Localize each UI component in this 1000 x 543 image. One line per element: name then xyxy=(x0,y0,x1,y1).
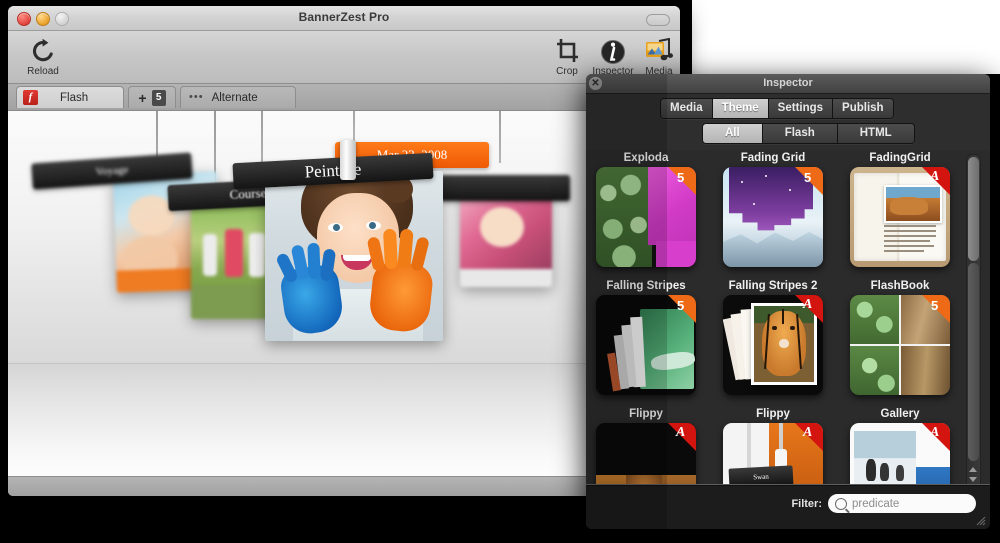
inspector-filter-tabs[interactable]: All Flash HTML xyxy=(702,123,915,144)
inspector-window: ✕ Inspector Media Theme Settings Publish… xyxy=(586,74,990,529)
main-window: BannerZest Pro Reload Crop Inspector Med… xyxy=(8,6,680,496)
inspector-titlebar: ✕ Inspector xyxy=(586,74,990,94)
reload-icon xyxy=(16,35,70,65)
clothespin-clip-icon xyxy=(340,140,356,180)
theme-label: Fading Grid xyxy=(740,152,806,164)
main-window-titlebar: BannerZest Pro xyxy=(8,6,680,31)
filter-tab-all[interactable]: All xyxy=(703,124,763,143)
theme-row: Exploda 5 Fading Grid 5 FadingGrid A xyxy=(594,150,964,278)
theme-label: Gallery xyxy=(880,408,920,420)
theme-thumbnail-fadinggrid[interactable]: A xyxy=(850,167,950,267)
main-window-statusbar xyxy=(8,476,680,496)
theme-cell[interactable]: Falling Stripes 5 xyxy=(594,278,698,395)
inspector-main-tabs[interactable]: Media Theme Settings Publish xyxy=(660,98,894,119)
theme-cell[interactable]: Falling Stripes 2 A xyxy=(721,278,825,395)
flash-badge-icon: A xyxy=(795,423,823,451)
banner-hero-photo xyxy=(265,171,443,341)
flash-badge-icon: A xyxy=(795,295,823,323)
html5-badge-icon: 5 xyxy=(668,295,696,323)
format-tab-strip: f Flash + 5 ••• Alternate xyxy=(8,84,680,111)
banner-caption-text: Voyage xyxy=(95,163,129,179)
resize-grip-icon[interactable] xyxy=(974,514,986,526)
flash-badge-icon: A xyxy=(668,423,696,451)
filter-tab-html[interactable]: HTML xyxy=(837,124,914,143)
tab-publish[interactable]: Publish xyxy=(833,99,893,118)
html5-badge-icon: 5 xyxy=(668,167,696,195)
theme-grid-scroll-area[interactable]: Exploda 5 Fading Grid 5 FadingGrid A Fal… xyxy=(586,150,990,500)
thumb-caption-text: Swan xyxy=(753,472,769,482)
reload-button[interactable]: Reload xyxy=(16,35,70,77)
theme-cell[interactable]: FadingGrid A xyxy=(848,150,952,267)
main-window-title: BannerZest Pro xyxy=(298,10,390,24)
html5-badge-icon: 5 xyxy=(922,295,950,323)
tab-settings[interactable]: Settings xyxy=(768,99,834,118)
theme-label: FlashBook xyxy=(870,280,930,292)
tab-media[interactable]: Media xyxy=(661,99,713,118)
reload-label: Reload xyxy=(27,66,59,77)
theme-grid: Exploda 5 Fading Grid 5 FadingGrid A Fal… xyxy=(594,150,964,500)
theme-label: Exploda xyxy=(623,152,669,164)
tab-alternate[interactable]: ••• Alternate xyxy=(180,86,296,108)
flash-icon: f xyxy=(23,90,38,105)
banner-caption-bar xyxy=(440,175,570,201)
theme-thumbnail-fading-grid[interactable]: 5 xyxy=(723,167,823,267)
canvas-lower-gradient xyxy=(8,364,680,476)
search-icon xyxy=(835,497,847,510)
theme-cell[interactable]: FlashBook 5 xyxy=(848,278,952,395)
theme-grid-scrollbar[interactable] xyxy=(966,154,981,496)
inspector-header: Media Theme Settings Publish All Flash H… xyxy=(586,94,990,151)
theme-cell[interactable]: Fading Grid 5 xyxy=(721,150,825,267)
toolbar-toggle-button[interactable] xyxy=(646,14,670,26)
tab-flash[interactable]: f Flash xyxy=(16,86,124,108)
banner-preview-canvas[interactable]: Voyage Course Mar 23, 2008 xyxy=(8,111,680,364)
filter-label: Filter: xyxy=(791,498,822,510)
media-icon xyxy=(632,35,680,65)
theme-thumbnail-falling-stripes[interactable]: 5 xyxy=(596,295,696,395)
filter-tab-flash[interactable]: Flash xyxy=(762,124,838,143)
tab-alternate-label: Alternate xyxy=(211,91,258,104)
filter-input[interactable]: predicate xyxy=(828,494,976,513)
tab-add-html5[interactable]: + 5 xyxy=(128,86,176,108)
tab-theme[interactable]: Theme xyxy=(712,99,769,118)
scrollbar-track-lower[interactable] xyxy=(968,263,979,461)
theme-thumbnail-exploda[interactable]: 5 xyxy=(596,167,696,267)
scroll-up-arrow-icon[interactable] xyxy=(969,467,977,472)
theme-cell[interactable]: Exploda 5 xyxy=(594,150,698,267)
theme-label: Falling Stripes xyxy=(606,280,686,292)
tab-flash-label: Flash xyxy=(60,91,89,104)
html5-icon: 5 xyxy=(151,89,166,106)
scroll-down-arrow-icon[interactable] xyxy=(969,477,977,482)
html5-badge-icon: 5 xyxy=(795,167,823,195)
hanger-wire xyxy=(499,111,501,163)
inspector-footer: Filter: predicate xyxy=(586,485,990,529)
theme-thumbnail-falling-stripes-2[interactable]: A xyxy=(723,295,823,395)
theme-row: Falling Stripes 5 Falling Stripes 2 A Fl… xyxy=(594,278,964,406)
main-toolbar: Reload Crop Inspector Media xyxy=(8,31,680,84)
theme-label: FadingGrid xyxy=(869,152,931,164)
theme-thumbnail-flashbook[interactable]: 5 xyxy=(850,295,950,395)
plus-icon: + xyxy=(138,89,147,106)
flash-badge-icon: A xyxy=(922,167,950,195)
inspector-title: Inspector xyxy=(763,77,813,89)
theme-label: Flippy xyxy=(756,408,790,420)
media-button[interactable]: Media xyxy=(632,35,680,77)
theme-label: Flippy xyxy=(629,408,663,420)
flash-badge-icon: A xyxy=(922,423,950,451)
filter-placeholder: predicate xyxy=(852,497,900,510)
scrollbar-thumb[interactable] xyxy=(968,157,979,261)
theme-label: Falling Stripes 2 xyxy=(728,280,818,292)
ellipsis-icon: ••• xyxy=(189,91,204,103)
hanger-wire xyxy=(353,111,355,141)
